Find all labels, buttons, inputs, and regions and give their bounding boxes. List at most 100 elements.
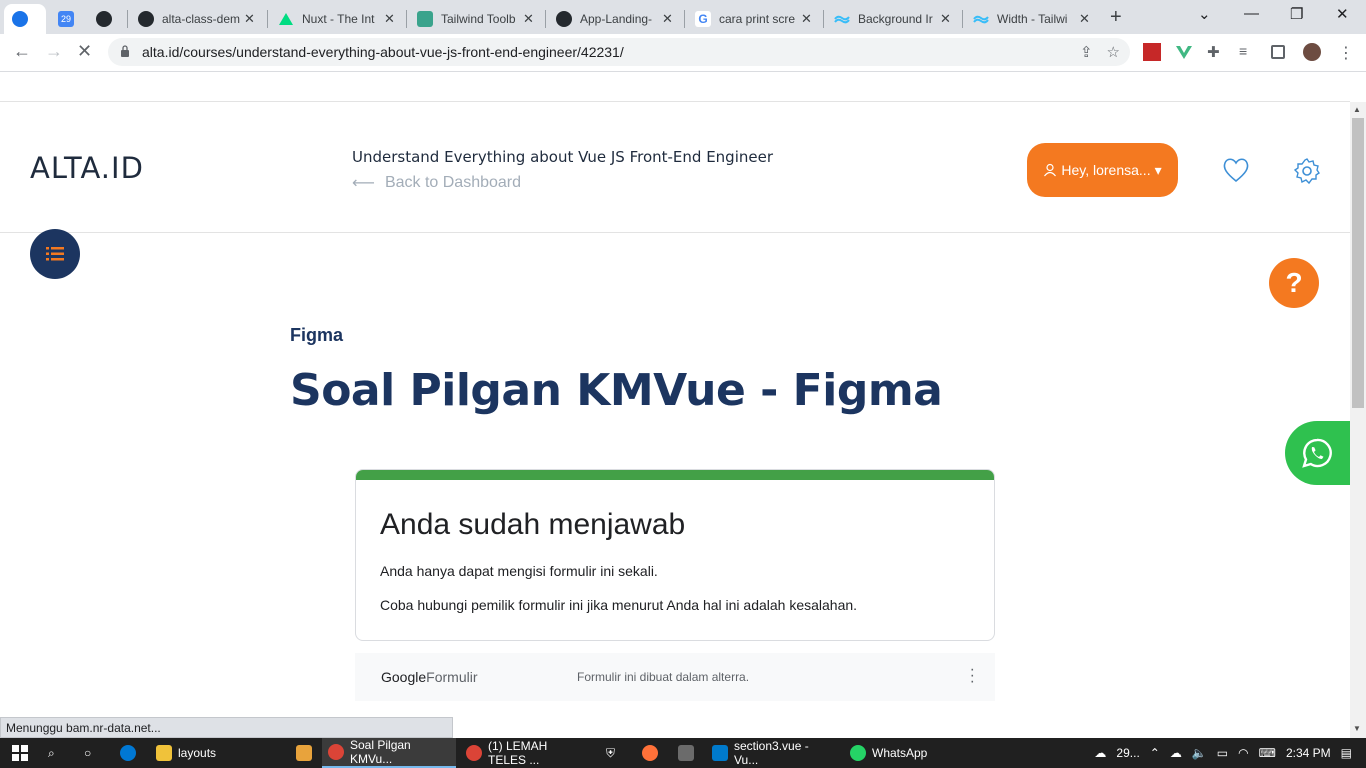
new-tab-button[interactable]: + xyxy=(1110,6,1122,29)
heart-icon[interactable] xyxy=(1222,157,1250,183)
scroll-down-icon[interactable]: ▼ xyxy=(1353,724,1361,733)
windows-logo-icon xyxy=(12,745,28,761)
brand-google: Google xyxy=(381,669,427,685)
tab-active[interactable] xyxy=(4,4,46,34)
search-icon: ⌕ xyxy=(48,745,55,760)
scroll-up-icon[interactable]: ▲ xyxy=(1353,105,1361,114)
tab-alta-class[interactable]: alta-class-dem ✕ xyxy=(130,4,265,34)
browser-status-bubble: Menunggu bam.nr-data.net... xyxy=(0,717,453,738)
taskbar-vscode[interactable]: section3.vue - Vu... xyxy=(706,738,840,768)
google-icon: G xyxy=(695,11,711,27)
course-menu-button[interactable] xyxy=(30,229,80,279)
restore-button[interactable]: ❐ xyxy=(1290,5,1303,23)
tab-search-icon[interactable]: ⌄ xyxy=(1198,5,1211,23)
bookmark-star-icon[interactable]: ☆ xyxy=(1107,43,1120,61)
weather-cloud-icon[interactable]: ☁ xyxy=(1094,746,1106,760)
browser-toolbar: ← → ✕ alta.id/courses/understand-everyth… xyxy=(0,34,1366,72)
share-icon[interactable]: ⇪ xyxy=(1080,43,1093,61)
close-icon[interactable]: ✕ xyxy=(1079,11,1090,27)
tab-label: alta-class-dem xyxy=(162,12,240,26)
close-icon[interactable]: ✕ xyxy=(244,11,255,27)
folder-icon xyxy=(156,745,172,761)
github-icon xyxy=(138,11,154,27)
cortana-circle-icon: ○ xyxy=(84,746,92,760)
side-panel-icon[interactable] xyxy=(1271,45,1285,59)
close-icon[interactable]: ✕ xyxy=(801,11,812,27)
tab-nuxt[interactable]: Nuxt - The Int ✕ xyxy=(270,4,405,34)
profile-avatar[interactable] xyxy=(1303,43,1321,61)
close-icon[interactable]: ✕ xyxy=(940,11,951,27)
wifi-icon[interactable]: ◠ xyxy=(1238,746,1248,760)
taskbar-camera[interactable] xyxy=(672,738,700,768)
address-bar[interactable]: alta.id/courses/understand-everything-ab… xyxy=(108,38,1130,66)
close-icon[interactable]: ✕ xyxy=(662,11,673,27)
course-title: Understand Everything about Vue JS Front… xyxy=(352,148,774,166)
whatsapp-button[interactable] xyxy=(1285,421,1350,485)
task-view-button[interactable]: ○ xyxy=(78,738,97,768)
camera-icon xyxy=(678,745,694,761)
tailwind-icon xyxy=(834,11,850,27)
scrollbar-thumb[interactable] xyxy=(1352,118,1364,408)
tab-app-landing[interactable]: App-Landing- ✕ xyxy=(548,4,683,34)
keyboard-icon[interactable]: ⌨ xyxy=(1259,746,1276,760)
tab-label: Nuxt - The Int xyxy=(302,12,375,26)
tab-tailwind-background[interactable]: Background Ir ✕ xyxy=(826,4,961,34)
google-form-card: Anda sudah menjawab Anda hanya dapat men… xyxy=(355,469,995,641)
tab-github[interactable] xyxy=(88,4,124,34)
tab-calendar[interactable]: 29 xyxy=(50,4,84,34)
clock-time[interactable]: 2:34 PM xyxy=(1286,746,1331,760)
taskbar-label: Soal Pilgan KMVu... xyxy=(350,738,411,766)
taskbar-app[interactable] xyxy=(290,738,318,768)
back-to-dashboard-link[interactable]: ⟵ Back to Dashboard xyxy=(352,173,521,193)
url-text: alta.id/courses/understand-everything-ab… xyxy=(142,44,624,60)
tab-google-search[interactable]: G cara print scre ✕ xyxy=(687,4,822,34)
onedrive-icon[interactable]: ☁ xyxy=(1170,746,1182,760)
calendar-icon: 29 xyxy=(58,11,74,27)
web-page: ALTA.ID Understand Everything about Vue … xyxy=(0,72,1350,717)
taskbar-whatsapp[interactable]: WhatsApp xyxy=(844,738,964,768)
page-scrollbar[interactable]: ▲ ▼ xyxy=(1350,102,1366,738)
volume-icon[interactable]: 🔈 xyxy=(1192,746,1207,760)
start-button[interactable] xyxy=(6,738,34,768)
more-menu-icon[interactable]: ⋮ xyxy=(1338,43,1356,62)
close-window-button[interactable]: ✕ xyxy=(1336,5,1349,23)
more-options-icon[interactable]: · · · xyxy=(970,662,975,690)
extensions-puzzle-icon[interactable]: ✚ xyxy=(1207,43,1225,61)
vue-devtools-icon[interactable] xyxy=(1175,43,1193,61)
user-icon xyxy=(1044,163,1057,177)
browser-tabstrip: 29 alta-class-dem ✕ Nuxt - The Int ✕ Tai… xyxy=(0,0,1366,34)
back-arrow-icon[interactable]: ← xyxy=(13,41,31,62)
tab-tailwind-width[interactable]: Width - Tailwi ✕ xyxy=(965,4,1100,34)
extension-red-icon[interactable] xyxy=(1143,43,1161,61)
tab-label: cara print scre xyxy=(719,12,796,26)
site-header: ALTA.ID Understand Everything about Vue … xyxy=(0,103,1350,233)
user-menu-button[interactable]: Hey, lorensa... ▾ xyxy=(1027,143,1178,197)
github-icon xyxy=(556,11,572,27)
taskbar-security[interactable]: ⛨ xyxy=(600,738,621,768)
media-playlist-icon[interactable]: ≡ xyxy=(1239,43,1257,61)
battery-icon[interactable]: ▭ xyxy=(1217,746,1228,760)
tab-tailwind-toolbox[interactable]: Tailwind Toolb ✕ xyxy=(409,4,544,34)
firefox-icon xyxy=(642,745,658,761)
minimize-button[interactable]: — xyxy=(1244,5,1259,22)
chevron-up-icon[interactable]: ⌃ xyxy=(1150,746,1160,760)
taskbar-file-explorer[interactable]: layouts xyxy=(150,738,280,768)
stop-loading-icon[interactable]: ✕ xyxy=(77,41,92,62)
search-button[interactable]: ⌕ xyxy=(42,738,61,768)
taskbar-edge[interactable] xyxy=(114,738,142,768)
site-logo[interactable]: ALTA.ID xyxy=(30,151,144,185)
close-icon[interactable]: ✕ xyxy=(523,11,534,27)
taskbar-chrome-2[interactable]: (1) LEMAH TELES ... xyxy=(460,738,594,768)
edge-icon xyxy=(120,745,136,761)
forward-arrow-icon[interactable]: → xyxy=(45,41,63,62)
close-icon[interactable]: ✕ xyxy=(384,11,395,27)
weather-temp[interactable]: 29... xyxy=(1116,746,1139,760)
chrome-icon xyxy=(466,745,482,761)
gear-icon[interactable] xyxy=(1293,157,1321,185)
help-button[interactable]: ? xyxy=(1269,258,1319,308)
notification-icon[interactable]: ▤ xyxy=(1341,746,1352,760)
taskbar-chrome-active[interactable]: Soal Pilgan KMVu... xyxy=(322,738,456,768)
tab-label: Tailwind Toolb xyxy=(441,12,516,26)
google-forms-logo[interactable]: GoogleFormulir xyxy=(381,669,478,685)
taskbar-firefox[interactable] xyxy=(636,738,664,768)
